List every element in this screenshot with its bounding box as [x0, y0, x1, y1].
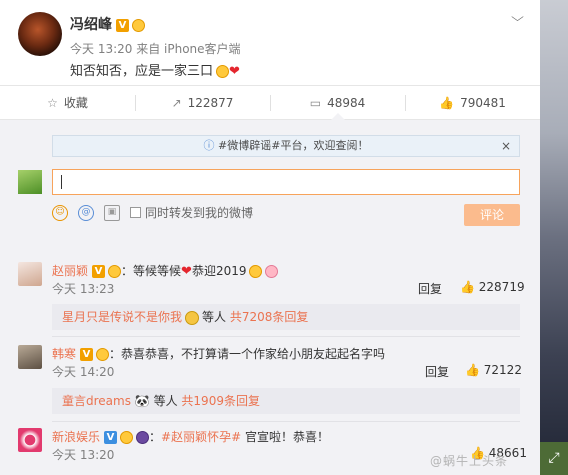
comment-text: ：等候等候 [121, 264, 182, 278]
favorite-button[interactable]: ☆ 收藏 [0, 86, 135, 119]
comment-author[interactable]: 赵丽颖 [52, 264, 88, 278]
emoji-icon [249, 265, 263, 278]
sub-reply-summary[interactable]: 童言dreams 🐼 等人 共1909条回复 [52, 388, 520, 414]
my-avatar [18, 170, 42, 194]
action-bar: ☆ 收藏 ↗ 122877 ▭ 48984 👍 790481 [0, 86, 540, 120]
composer-tools: ☺ @ ▣ 同时转发到我的微博 [52, 204, 253, 221]
comment-text: 官宣啦！恭喜！ [241, 430, 329, 444]
emoji-picker-icon[interactable]: ☺ [52, 204, 68, 221]
post-author[interactable]: 冯绍峰 V [70, 14, 145, 34]
like-button[interactable]: 👍 790481 [405, 86, 540, 119]
emoji-icon [120, 431, 134, 444]
comment-time: 今天 14:20 [52, 365, 115, 379]
weibo-card: 冯绍峰 V ⌵ 今天 13:20 来自 iPhone客户端 知否知否，应是一家三口… [0, 0, 540, 475]
thumbs-up-icon: 👍 [460, 280, 475, 294]
emoji-icon [96, 348, 110, 361]
sub-reply-summary[interactable]: 星月只是传说不是你我 等人 共7208条回复 [52, 304, 520, 330]
comment-button[interactable]: ▭ 48984 [270, 86, 405, 120]
comment-input[interactable] [52, 169, 520, 195]
commenter-avatar[interactable] [18, 428, 42, 452]
divider [52, 336, 520, 337]
surprised-emoji-icon [216, 65, 230, 78]
member-badge-icon [136, 431, 150, 444]
divider [52, 421, 520, 422]
sub-reply-text: 等人 [202, 310, 227, 324]
comment-icon: ▭ [309, 95, 322, 110]
chevron-down-icon[interactable]: ⌵ [511, 10, 524, 25]
comment-author[interactable]: 韩寒 [52, 347, 76, 361]
background-photo [540, 0, 568, 475]
post-meta: 今天 13:20 来自 iPhone客户端 [70, 42, 241, 56]
commenter-avatar[interactable] [18, 262, 42, 286]
sub-reply-count[interactable]: 共1909条回复 [181, 394, 260, 408]
pig-emoji-icon [265, 265, 279, 278]
mention-icon[interactable]: @ [78, 204, 94, 221]
verified-badge-icon: V [80, 348, 94, 361]
text-cursor [61, 175, 62, 189]
repost-checkbox[interactable] [130, 207, 141, 218]
panda-emoji-icon: 🐼 [134, 394, 150, 408]
expand-icon[interactable]: ⤢ [540, 442, 568, 475]
sub-reply-author[interactable]: 童言dreams [62, 394, 131, 408]
comment-like-button[interactable]: 👍 228719 [460, 280, 525, 294]
verified-badge-icon: V [92, 265, 106, 278]
sub-reply-count[interactable]: 共7208条回复 [230, 310, 309, 324]
rumor-notice[interactable]: ⓘ #微博辟谣#平台，欢迎查阅！ × [52, 135, 520, 157]
comment-text: ：恭喜恭喜，不打算请一个作家给小朋友起起名字吗 [109, 347, 386, 361]
image-upload-icon[interactable]: ▣ [104, 204, 120, 221]
notice-text: #微博辟谣#平台，欢迎查阅！ [218, 139, 369, 152]
post-author-name[interactable]: 冯绍峰 [70, 17, 112, 33]
repost-icon: ↗ [171, 95, 182, 110]
post-header: 冯绍峰 V ⌵ 今天 13:20 来自 iPhone客户端 知否知否，应是一家三口… [0, 0, 540, 86]
submit-comment-button[interactable]: 评论 [464, 204, 520, 226]
thumbs-up-icon: 👍 [439, 95, 455, 110]
comment-time: 今天 13:20 [52, 448, 115, 462]
comment-text-2: 恭迎2019 [191, 264, 247, 278]
repost-checkbox-label[interactable]: 同时转发到我的微博 [145, 204, 253, 221]
heart-icon: ❤ [181, 264, 192, 279]
medal-icon [185, 310, 200, 325]
comment-count: 48984 [327, 95, 366, 110]
emoji-icon [108, 265, 122, 278]
post-text: 知否知否，应是一家三口 [70, 64, 214, 79]
favorite-label: 收藏 [63, 96, 88, 110]
like-count: 790481 [460, 95, 506, 110]
info-icon: ⓘ [203, 139, 215, 152]
thumbs-up-icon: 👍 [465, 363, 480, 377]
heart-icon: ❤ [229, 64, 240, 79]
comment-like-button[interactable]: 👍 72122 [465, 363, 522, 377]
commenter-avatar[interactable] [18, 345, 42, 369]
emoji-icon [132, 18, 145, 32]
comment-like-count: 228719 [478, 280, 525, 294]
hashtag-link[interactable]: #赵丽颖怀孕# [161, 430, 241, 444]
verified-badge-icon: V [104, 431, 118, 444]
repost-button[interactable]: ↗ 122877 [135, 86, 270, 119]
comment-time: 今天 13:23 [52, 282, 115, 296]
star-icon: ☆ [47, 95, 58, 110]
comment-body: 韩寒 V ：恭喜恭喜，不打算请一个作家给小朋友起起名字吗 [52, 345, 385, 362]
sub-reply-text: 等人 [153, 394, 178, 408]
comment-body: 新浪娱乐 V ：#赵丽颖怀孕# 官宣啦！恭喜！ [52, 430, 329, 444]
reply-button[interactable]: 回复 [425, 363, 449, 380]
sub-reply-author[interactable]: 星月只是传说不是你我 [62, 310, 182, 324]
comment-author[interactable]: 新浪娱乐 [52, 430, 100, 444]
author-avatar[interactable] [18, 12, 62, 56]
post-content: 知否知否，应是一家三口 ❤ [70, 60, 240, 79]
reply-button[interactable]: 回复 [418, 280, 442, 297]
watermark: @蜗牛上头条 [430, 454, 509, 468]
comment-like-count: 72122 [483, 363, 522, 377]
repost-count: 122877 [187, 95, 234, 110]
close-icon[interactable]: × [501, 136, 511, 156]
verified-badge-icon: V [116, 18, 129, 32]
comment-body: 赵丽颖 V ：等候等候❤恭迎2019 [52, 262, 279, 279]
